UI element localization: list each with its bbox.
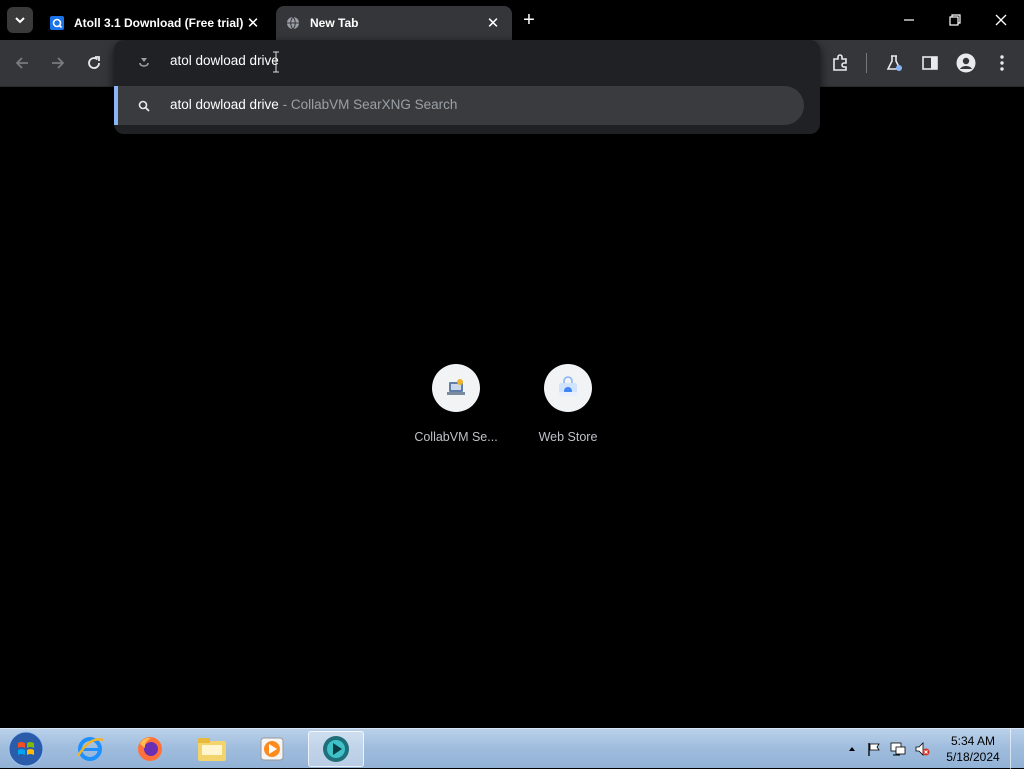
tab-atoll-download[interactable]: Atoll 3.1 Download (Free trial) ✕ xyxy=(40,6,272,40)
text-cursor-icon xyxy=(273,51,279,73)
arrow-right-icon xyxy=(52,57,65,69)
web-store-icon xyxy=(559,376,577,396)
taskbar-firefox[interactable] xyxy=(122,731,178,767)
collabvm-icon xyxy=(447,379,465,395)
suggestion-separator: - xyxy=(278,97,291,112)
shortcut-web-store[interactable]: Web Store xyxy=(508,364,628,444)
menu-button[interactable] xyxy=(988,49,1016,77)
suggestion-query: atol dowload drive xyxy=(170,97,279,112)
extensions-button[interactable] xyxy=(826,49,854,77)
active-app-icon xyxy=(323,736,349,762)
tab-title: New Tab xyxy=(310,16,359,30)
flag-icon xyxy=(868,743,880,756)
flask-icon xyxy=(886,55,902,71)
shortcut-tile xyxy=(432,364,480,412)
reload-button[interactable] xyxy=(80,49,108,77)
q-logo-icon xyxy=(50,16,64,30)
puzzle-icon xyxy=(833,54,847,71)
suggestion-selected-indicator xyxy=(114,86,118,125)
tab-close-button[interactable]: ✕ xyxy=(484,14,502,32)
minimize-icon xyxy=(904,19,914,21)
taskbar-file-explorer[interactable] xyxy=(184,731,240,767)
restore-button[interactable] xyxy=(932,0,978,40)
suggestion-source: CollabVM SearXNG Search xyxy=(290,97,458,112)
volume-tray[interactable] xyxy=(914,741,930,757)
firefox-icon xyxy=(138,737,162,761)
tab-title: Atoll 3.1 Download (Free trial) xyxy=(74,16,244,30)
restore-icon xyxy=(949,14,961,26)
tab-close-button[interactable]: ✕ xyxy=(244,14,262,32)
start-button[interactable] xyxy=(6,731,46,767)
more-vert-icon xyxy=(1000,55,1004,71)
taskbar: 5:34 AM 5/18/2024 xyxy=(0,728,1024,769)
network-tray[interactable] xyxy=(890,741,906,757)
side-panel-button[interactable] xyxy=(916,49,944,77)
close-icon xyxy=(995,14,1007,26)
tab-strip: Atoll 3.1 Download (Free trial) ✕ New Ta… xyxy=(0,0,1024,40)
shortcut-collabvm[interactable]: CollabVM Se... xyxy=(396,364,516,444)
forward-button[interactable] xyxy=(44,49,72,77)
internet-explorer-icon xyxy=(76,737,104,761)
back-button[interactable] xyxy=(8,49,36,77)
omnibox-popup: atol dowload drive atol dowload drive - … xyxy=(114,40,820,134)
reload-icon xyxy=(88,56,100,69)
profile-button[interactable] xyxy=(952,49,980,77)
taskbar-media-player[interactable] xyxy=(244,731,300,767)
volume-muted-icon xyxy=(915,742,930,756)
taskbar-internet-explorer[interactable] xyxy=(62,731,118,767)
network-icon xyxy=(890,742,906,756)
minimize-button[interactable] xyxy=(886,0,932,40)
show-desktop-button[interactable] xyxy=(1010,729,1024,769)
suggestion-text: atol dowload drive - CollabVM SearXNG Se… xyxy=(170,97,457,112)
clock-time: 5:34 AM xyxy=(950,734,996,748)
site-info-icon xyxy=(136,54,152,70)
omnibox[interactable]: atol dowload drive xyxy=(114,40,820,84)
chevron-up-icon xyxy=(849,747,855,751)
action-center-tray[interactable] xyxy=(866,741,882,757)
address-input[interactable]: atol dowload drive xyxy=(170,53,279,71)
file-explorer-icon xyxy=(198,738,226,761)
arrow-left-icon xyxy=(15,57,28,69)
close-window-button[interactable] xyxy=(978,0,1024,40)
labs-button[interactable] xyxy=(880,49,908,77)
omnibox-suggestion[interactable]: atol dowload drive - CollabVM SearXNG Se… xyxy=(114,86,804,125)
tab-search-button[interactable] xyxy=(7,7,33,33)
windows-logo-icon xyxy=(8,731,44,767)
avatar-icon xyxy=(956,53,976,73)
media-player-icon xyxy=(260,737,284,761)
shortcut-label: Web Store xyxy=(538,430,598,444)
shortcut-label: CollabVM Se... xyxy=(414,430,498,444)
chevron-down-icon xyxy=(15,17,25,24)
taskbar-active-app[interactable] xyxy=(308,731,364,767)
toolbar-separator xyxy=(866,53,867,73)
side-panel-icon xyxy=(922,56,938,70)
shortcut-tile xyxy=(544,364,592,412)
globe-icon xyxy=(286,16,300,30)
taskbar-clock[interactable]: 5:34 AM 5/18/2024 xyxy=(940,733,1006,765)
search-icon xyxy=(136,98,152,114)
clock-date: 5/18/2024 xyxy=(946,750,1000,764)
new-tab-button[interactable]: + xyxy=(518,9,540,31)
show-hidden-icons-button[interactable] xyxy=(844,741,860,757)
tab-new-tab[interactable]: New Tab ✕ xyxy=(276,6,512,40)
